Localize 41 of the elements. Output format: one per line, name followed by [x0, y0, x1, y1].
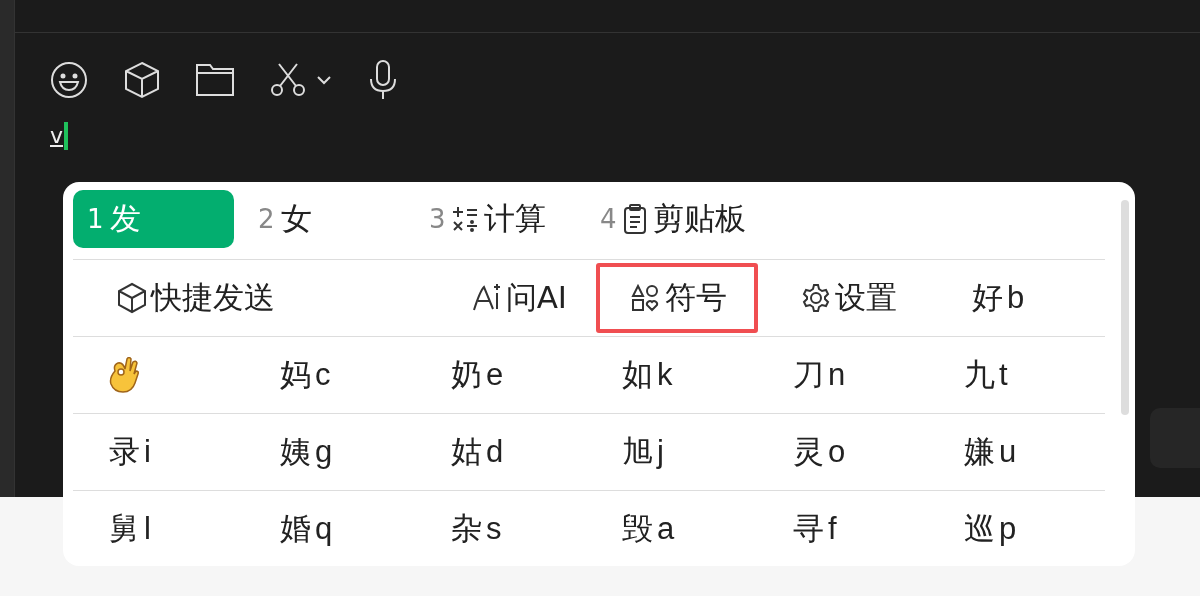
candidate-item[interactable]: 刀 n — [793, 354, 964, 396]
candidate-item[interactable]: 寻f — [793, 508, 964, 550]
candidate-item[interactable]: 妈c — [280, 354, 451, 396]
candidate-item[interactable]: 舅 l — [109, 508, 280, 550]
candidate-item[interactable]: 九t — [964, 354, 1135, 396]
text-cursor — [64, 122, 69, 150]
action-item[interactable]: 快捷发送 — [109, 263, 283, 333]
input-text[interactable]: v — [50, 121, 64, 151]
action-item[interactable]: 问AI — [431, 263, 593, 333]
candidate-item[interactable]: 姑d — [451, 431, 622, 473]
folder-icon[interactable] — [196, 64, 234, 96]
action-item[interactable]: 设置 — [793, 263, 955, 333]
action-item[interactable]: 符号 — [596, 263, 758, 333]
candidate-item[interactable]: 嫌 u — [964, 431, 1135, 473]
ai-sparkle-icon — [471, 283, 502, 313]
symbols-icon — [631, 284, 661, 312]
candidate-item[interactable]: 录 i — [109, 431, 280, 473]
candidate-item[interactable]: 婚q — [280, 508, 451, 550]
candidate-tab[interactable]: 3 计算 — [415, 190, 576, 248]
caret-icon[interactable] — [316, 75, 332, 85]
emoji-icon[interactable] — [50, 61, 88, 99]
candidate-item[interactable]: 如 k — [622, 354, 793, 396]
scissors-icon[interactable] — [270, 63, 306, 97]
candidate-item[interactable]: 旭j — [622, 431, 793, 473]
calculator-icon — [451, 205, 478, 233]
cube-icon — [117, 282, 147, 314]
cube-icon[interactable] — [124, 61, 160, 99]
scrollbar-thumb[interactable] — [1121, 200, 1129, 415]
candidate-tab[interactable]: 4 剪贴板 — [586, 190, 747, 248]
candidate-item[interactable]: 奶 e — [451, 354, 622, 396]
candidate-item[interactable]: 姨g — [280, 431, 451, 473]
clipboard-icon — [622, 204, 647, 234]
settings-icon — [801, 283, 831, 313]
microphone-icon[interactable] — [368, 60, 398, 100]
candidate-item[interactable]: 灵 o — [793, 431, 964, 473]
candidate-item[interactable]: 杂s — [451, 508, 622, 550]
candidate-item[interactable]: 好 b — [964, 263, 1033, 333]
candidate-item[interactable]: 毁a — [622, 508, 793, 550]
candidate-tab[interactable]: 2 女 — [244, 190, 405, 248]
ok-hand-emoji — [109, 357, 141, 393]
candidate-item[interactable]: 巡 p — [964, 508, 1135, 550]
